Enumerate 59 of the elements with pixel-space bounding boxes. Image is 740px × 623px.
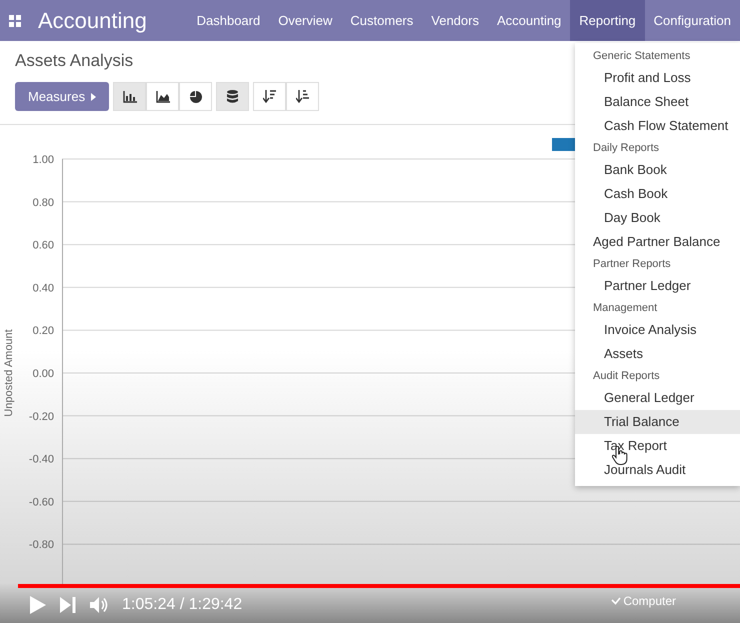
check-icon	[611, 597, 622, 605]
next-icon[interactable]	[60, 597, 76, 613]
chart-type-button[interactable]	[179, 82, 212, 111]
menu-item[interactable]: Journals Audit	[575, 458, 740, 482]
y-tick-label: 0.20	[32, 325, 54, 338]
apps-menu-icon[interactable]	[9, 14, 21, 26]
menu-section-header: Daily Reports	[592, 141, 660, 156]
bar-chart-icon	[122, 90, 137, 102]
menu-item[interactable]: Invoice Analysis	[575, 318, 740, 342]
menu-item[interactable]: Assets	[575, 342, 740, 366]
nav-menu-item[interactable]: Reporting	[570, 0, 645, 41]
nav-menu-item[interactable]: Configuration	[644, 0, 740, 41]
y-tick-label: -0.80	[28, 539, 54, 552]
menu-item[interactable]: Trial Balance	[575, 410, 740, 434]
y-tick-label: 0.60	[32, 240, 54, 252]
menu-item[interactable]: Bank Book	[575, 158, 740, 182]
menu-item[interactable]: Cash Flow Statement	[575, 114, 740, 138]
menu-section-header: Management	[592, 301, 658, 316]
sort-button[interactable]	[286, 82, 320, 111]
menu-item[interactable]: Day Book	[575, 206, 740, 230]
page-title: Assets Analysis	[15, 51, 134, 71]
menu-section-header: Audit Reports	[592, 369, 661, 384]
y-tick-label: 1.00	[32, 154, 54, 166]
y-tick-label: 0.80	[32, 196, 54, 209]
sort-ascending-icon	[296, 90, 310, 103]
nav-menu-item[interactable]: Dashboard	[188, 0, 270, 41]
menu-item[interactable]: Profit and Loss	[575, 66, 740, 90]
menu-item[interactable]: Balance Sheet	[575, 90, 740, 114]
menu-item[interactable]: General Ledger	[575, 386, 740, 410]
measures-button[interactable]: Measures	[15, 82, 110, 111]
database-icon	[227, 90, 238, 103]
app-title: Accounting	[38, 8, 148, 34]
play-icon[interactable]	[30, 596, 46, 614]
nav-menu-item[interactable]: Customers	[341, 0, 422, 41]
chart-type-button[interactable]	[146, 82, 180, 111]
nav-menu-item[interactable]: Vendors	[422, 0, 488, 41]
y-tick-label: -0.20	[28, 410, 54, 423]
caret-icon	[91, 92, 96, 100]
nav-menu-item[interactable]: Accounting	[488, 0, 570, 41]
y-tick-label: -0.60	[28, 496, 54, 508]
chart-type-button[interactable]	[113, 82, 146, 111]
caption-label: Computer	[623, 594, 676, 608]
menu-item[interactable]: Cash Book	[575, 182, 740, 206]
video-time: 1:05:24 / 1:29:42	[122, 596, 242, 614]
volume-icon[interactable]	[90, 597, 108, 613]
y-axis-label: Unposted Amount	[3, 329, 15, 417]
menu-item[interactable]: Aged Partner Balance	[575, 230, 740, 254]
pie-chart-icon	[190, 90, 202, 102]
menu-section-header: Partner Reports	[592, 257, 672, 272]
menu-item[interactable]: Partner Ledger	[575, 274, 740, 298]
sort-descending-icon	[263, 90, 276, 103]
y-tick-label: -0.40	[28, 454, 54, 466]
y-tick-label: 0.40	[32, 282, 54, 294]
area-chart-icon	[156, 90, 170, 102]
nav-menu-item[interactable]: Overview	[269, 0, 342, 41]
y-tick-label: 0.00	[32, 368, 54, 380]
stacked-button[interactable]	[216, 82, 250, 111]
sort-button[interactable]	[253, 82, 286, 111]
menu-section-header: Generic Statements	[592, 49, 692, 64]
